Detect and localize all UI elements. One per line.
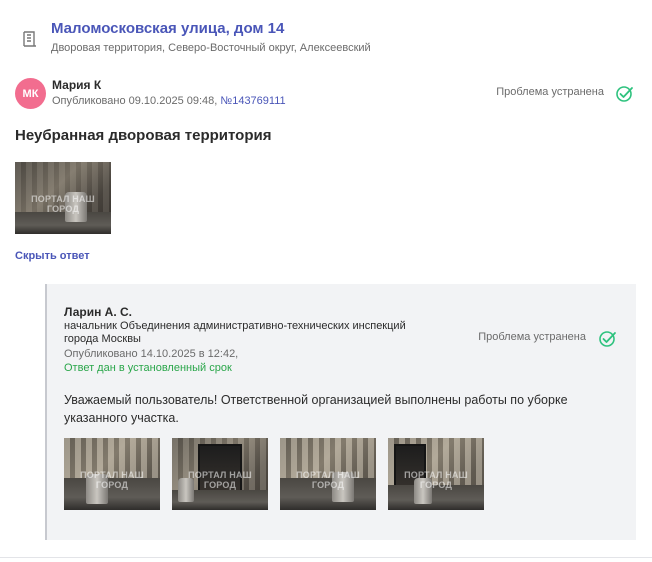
post-published-date: Опубликовано 09.10.2025 09:48, №14376911… xyxy=(52,95,286,107)
photo-watermark: ПОРТАЛ НАШ ГОРОД xyxy=(188,469,252,490)
response-published-date: Опубликовано 14.10.2025 в 12:42, xyxy=(64,348,239,360)
hide-answer-link[interactable]: Скрыть ответ xyxy=(15,250,90,262)
double-check-icon xyxy=(599,331,616,347)
problem-title: Неубранная дворовая территория xyxy=(15,127,272,144)
building-icon xyxy=(23,31,36,47)
photo-watermark: ПОРТАЛ НАШ ГОРОД xyxy=(80,469,144,490)
response-photo[interactable]: ПОРТАЛ НАШ ГОРОД xyxy=(64,438,160,510)
published-text: Опубликовано 09.10.2025 09:48, xyxy=(52,95,221,107)
photo-watermark: ПОРТАЛ НАШ ГОРОД xyxy=(404,469,468,490)
author-name: Мария К xyxy=(52,78,102,92)
response-status: Проблема устранена xyxy=(478,331,586,343)
response-photo[interactable]: ПОРТАЛ НАШ ГОРОД xyxy=(388,438,484,510)
avatar: МК xyxy=(15,78,46,109)
photo-watermark: ПОРТАЛ НАШ ГОРОД xyxy=(31,193,95,214)
responder-position: начальник Объединения административно-те… xyxy=(64,320,406,345)
response-on-time-badge: Ответ дан в установленный срок xyxy=(64,362,232,374)
response-photo[interactable]: ПОРТАЛ НАШ ГОРОД xyxy=(280,438,376,510)
divider xyxy=(0,557,652,558)
post-number-link[interactable]: №143769111 xyxy=(220,95,285,107)
photo-watermark: ПОРТАЛ НАШ ГОРОД xyxy=(296,469,360,490)
response-text: Уважаемый пользователь! Ответственной ор… xyxy=(64,393,568,425)
problem-photo[interactable]: ПОРТАЛ НАШ ГОРОД xyxy=(15,162,111,234)
response-photo[interactable]: ПОРТАЛ НАШ ГОРОД xyxy=(172,438,268,510)
responder-name: Ларин А. С. xyxy=(64,305,133,319)
post-status: Проблема устранена xyxy=(496,86,604,98)
address-title[interactable]: Маломосковская улица, дом 14 xyxy=(51,20,284,37)
address-subtitle: Дворовая территория, Северо-Восточный ок… xyxy=(51,42,371,54)
double-check-icon xyxy=(616,86,633,102)
